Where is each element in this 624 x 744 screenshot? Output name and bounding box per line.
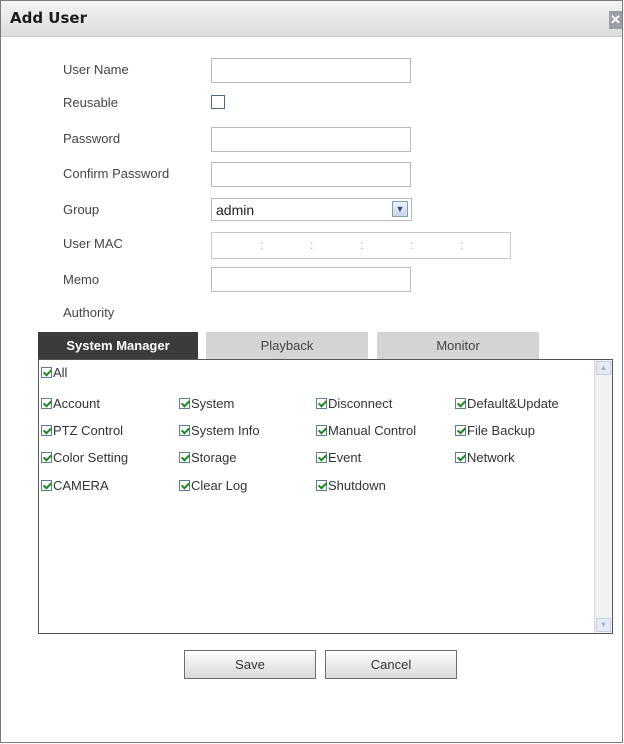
password-label: Password <box>63 131 121 146</box>
permission-item[interactable]: Network <box>455 450 515 465</box>
user-mac-input[interactable]: : : : : : <box>211 232 511 259</box>
confirm-password-label: Confirm Password <box>63 166 170 181</box>
reusable-checkbox[interactable] <box>211 95 225 109</box>
permission-item[interactable]: Color Setting <box>41 450 128 465</box>
checkbox-checked[interactable] <box>41 367 52 378</box>
scroll-up-icon[interactable]: ▲ <box>596 361 611 375</box>
scroll-down-icon[interactable]: ▼ <box>596 618 611 632</box>
chevron-down-icon[interactable]: ▼ <box>392 201 408 217</box>
password-input[interactable] <box>211 127 411 152</box>
checkbox-checked[interactable] <box>41 398 52 409</box>
group-label: Group <box>63 202 100 217</box>
checkbox-checked[interactable] <box>455 452 466 463</box>
memo-label: Memo <box>63 272 100 287</box>
reusable-label: Reusable <box>63 95 118 110</box>
group-select[interactable]: admin ▼ <box>211 198 412 221</box>
checkbox-checked[interactable] <box>316 480 327 491</box>
permission-item[interactable]: Clear Log <box>179 478 247 493</box>
mac-separator: : <box>460 238 464 252</box>
permission-item[interactable]: System <box>179 396 234 411</box>
tab-system-manager[interactable]: System Manager <box>38 332 198 359</box>
tab-playback[interactable]: Playback <box>206 332 368 359</box>
checkbox-checked[interactable] <box>316 452 327 463</box>
tab-monitor[interactable]: Monitor <box>377 332 539 359</box>
checkbox-checked[interactable] <box>41 452 52 463</box>
permission-all[interactable]: All <box>41 365 67 380</box>
add-user-dialog: Add User ✕ User Name Reusable Password C… <box>0 0 623 743</box>
permission-item[interactable]: Default&Update <box>455 396 559 411</box>
memo-input[interactable] <box>211 267 411 292</box>
checkbox-checked[interactable] <box>179 452 190 463</box>
checkbox-checked[interactable] <box>455 425 466 436</box>
checkbox-checked[interactable] <box>41 425 52 436</box>
permission-item[interactable]: System Info <box>179 423 260 438</box>
permission-item[interactable]: Shutdown <box>316 478 386 493</box>
mac-separator: : <box>260 238 264 252</box>
checkbox-checked[interactable] <box>179 425 190 436</box>
user-name-label: User Name <box>63 62 129 77</box>
permission-item[interactable]: Disconnect <box>316 396 392 411</box>
user-mac-label: User MAC <box>63 236 123 251</box>
group-select-value: admin <box>216 202 255 218</box>
checkbox-checked[interactable] <box>455 398 466 409</box>
mac-separator: : <box>410 238 414 252</box>
confirm-password-input[interactable] <box>211 162 411 187</box>
dialog-title: Add User <box>10 9 87 27</box>
permission-item[interactable]: Manual Control <box>316 423 416 438</box>
save-button[interactable]: Save <box>184 650 316 679</box>
permission-item[interactable]: File Backup <box>455 423 535 438</box>
checkbox-checked[interactable] <box>179 480 190 491</box>
permission-item[interactable]: Account <box>41 396 100 411</box>
permission-item[interactable]: Event <box>316 450 361 465</box>
checkbox-checked[interactable] <box>316 398 327 409</box>
permission-item[interactable]: PTZ Control <box>41 423 123 438</box>
cancel-button[interactable]: Cancel <box>325 650 457 679</box>
checkbox-checked[interactable] <box>41 480 52 491</box>
permission-item[interactable]: Storage <box>179 450 237 465</box>
title-bar: Add User ✕ <box>1 1 622 37</box>
close-icon[interactable]: ✕ <box>609 11 622 29</box>
permissions-panel: All Account System Disconnect Default&Up… <box>38 359 613 634</box>
permission-item[interactable]: CAMERA <box>41 478 109 493</box>
user-name-input[interactable] <box>211 58 411 83</box>
mac-separator: : <box>360 238 364 252</box>
permissions-scrollbar[interactable]: ▲ ▼ <box>594 360 612 633</box>
mac-separator: : <box>310 238 314 252</box>
authority-label: Authority <box>63 305 115 320</box>
checkbox-checked[interactable] <box>316 425 327 436</box>
checkbox-checked[interactable] <box>179 398 190 409</box>
